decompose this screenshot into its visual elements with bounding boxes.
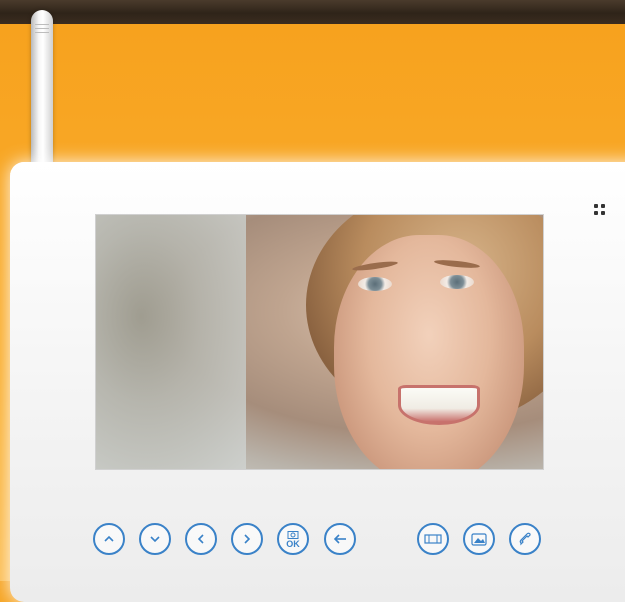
handset-icon xyxy=(519,532,531,546)
left-button[interactable] xyxy=(185,523,217,555)
up-button[interactable] xyxy=(93,523,125,555)
video-screen xyxy=(95,214,544,470)
antenna xyxy=(31,10,53,175)
back-button[interactable] xyxy=(324,523,356,555)
camera-icon xyxy=(287,530,299,539)
chevron-up-icon xyxy=(104,535,114,542)
right-button[interactable] xyxy=(231,523,263,555)
door-open-button[interactable] xyxy=(417,523,449,555)
chevron-down-icon xyxy=(150,536,160,543)
chevron-left-icon xyxy=(197,534,204,544)
gallery-button[interactable] xyxy=(463,523,495,555)
speaker-grille xyxy=(594,202,608,216)
photo-icon xyxy=(471,532,487,546)
call-button[interactable] xyxy=(509,523,541,555)
top-dark-strip xyxy=(0,0,625,24)
chevron-right-icon xyxy=(244,534,251,544)
smile xyxy=(398,385,480,425)
ok-label: OK xyxy=(286,538,300,549)
gate-icon xyxy=(424,534,442,544)
ok-snapshot-button[interactable]: OK xyxy=(277,523,309,555)
back-arrow-icon xyxy=(333,534,346,544)
down-button[interactable] xyxy=(139,523,171,555)
